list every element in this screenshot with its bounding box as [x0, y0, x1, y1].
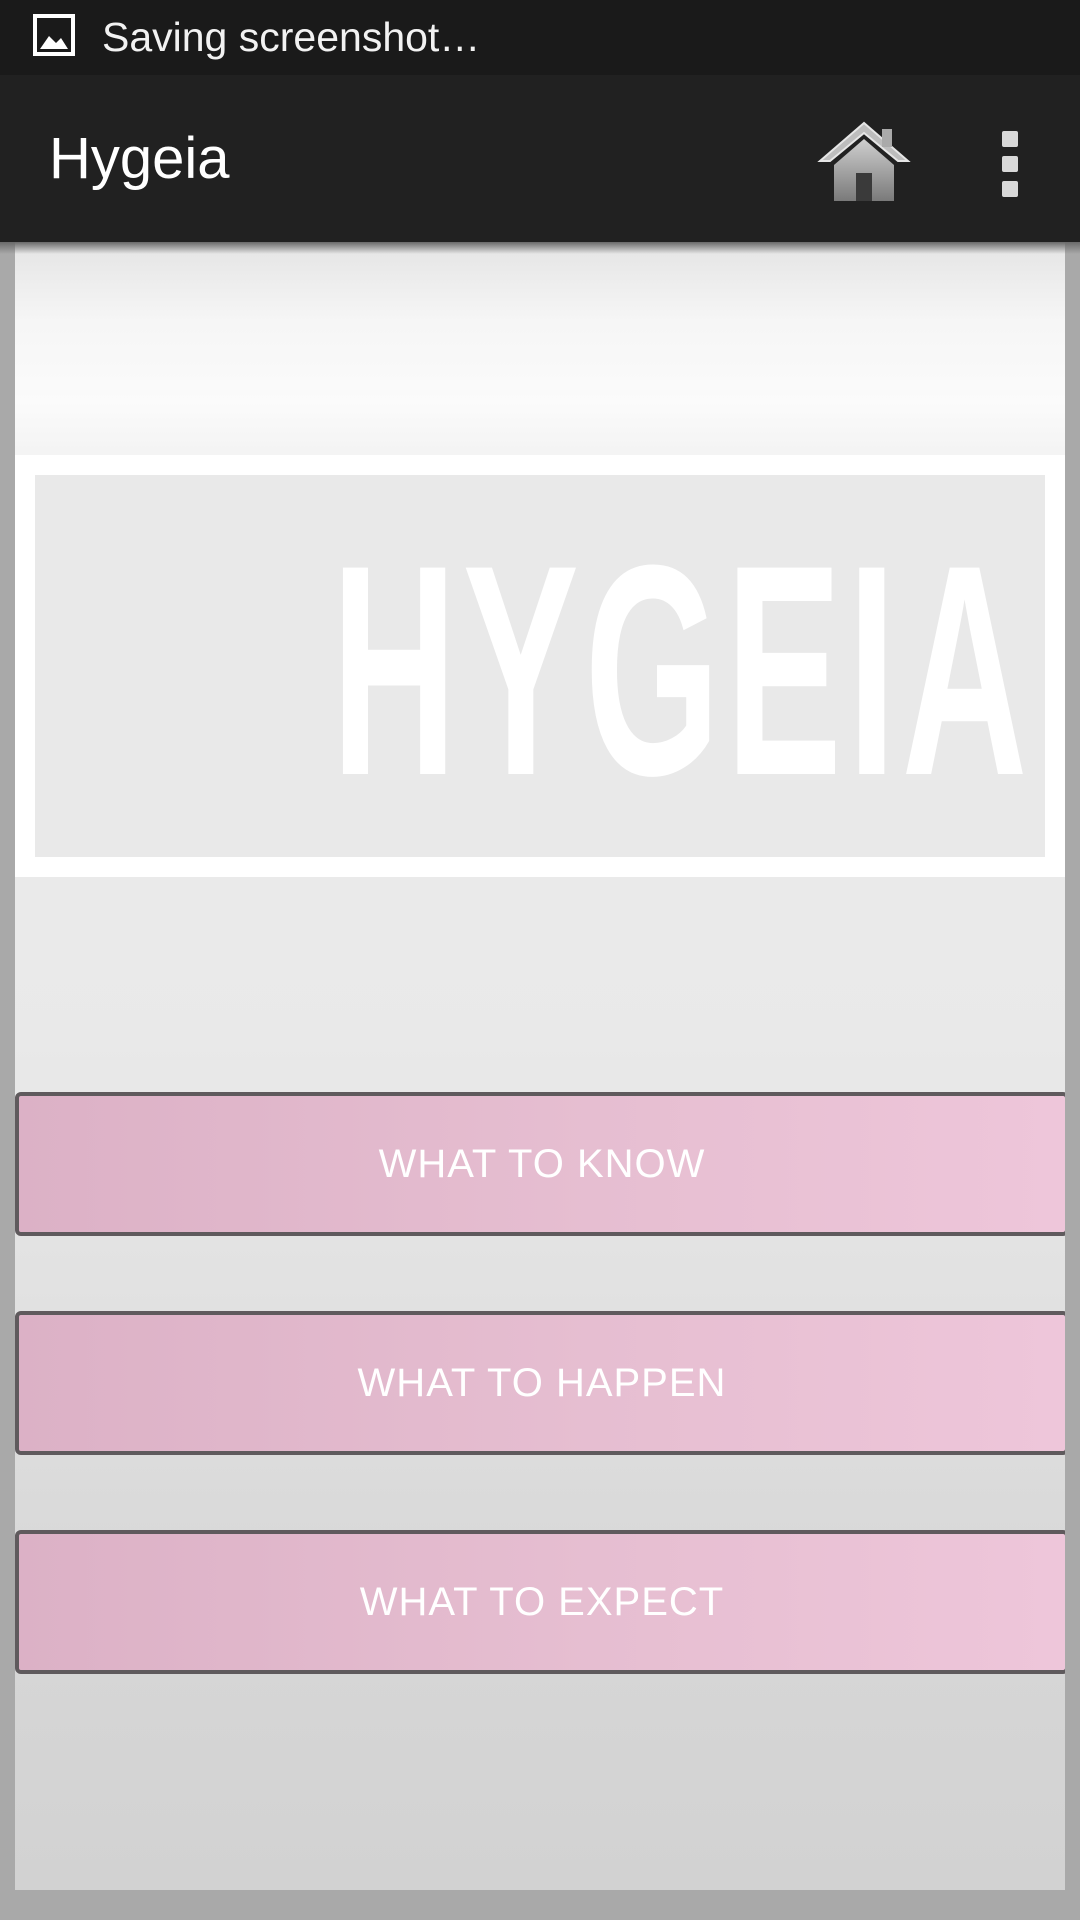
main-content: HYGEIA WHAT TO KNOW WHAT TO HAPPEN WHAT … [15, 242, 1065, 1890]
status-notification-text: Saving screenshot… [102, 14, 481, 60]
overflow-menu-button[interactable] [990, 125, 1030, 205]
what-to-know-button[interactable]: WHAT TO KNOW [15, 1092, 1065, 1236]
what-to-expect-button[interactable]: WHAT TO EXPECT [15, 1530, 1065, 1674]
what-to-happen-label: WHAT TO HAPPEN [357, 1360, 727, 1405]
logo-banner: HYGEIA [15, 455, 1065, 877]
logo-frame: HYGEIA [35, 475, 1045, 857]
what-to-know-label: WHAT TO KNOW [378, 1141, 706, 1186]
home-icon [814, 121, 914, 211]
app-title: Hygeia [49, 126, 230, 191]
what-to-expect-label: WHAT TO EXPECT [359, 1579, 725, 1624]
picture-icon [33, 14, 75, 56]
what-to-happen-button[interactable]: WHAT TO HAPPEN [15, 1311, 1065, 1455]
status-bar: Saving screenshot… [0, 0, 1080, 75]
hygeia-logo: HYGEIA [331, 502, 1033, 838]
home-button[interactable] [814, 117, 914, 207]
action-bar-shadow [0, 242, 1080, 254]
action-bar: Hygeia [0, 75, 1080, 242]
